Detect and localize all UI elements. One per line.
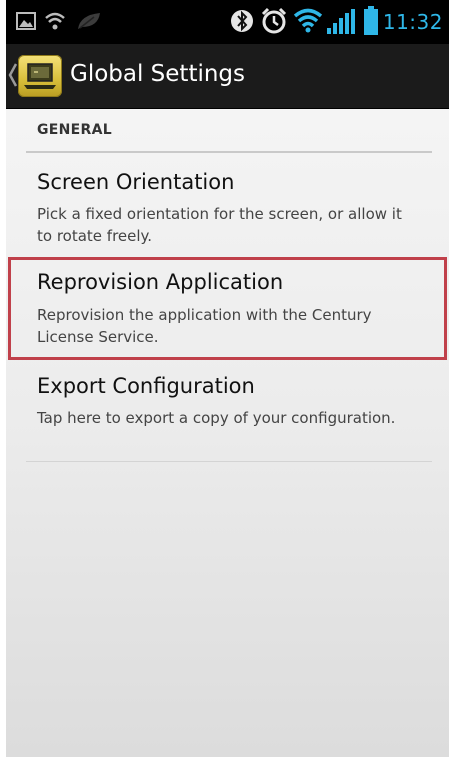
list-divider	[26, 461, 432, 462]
pref-export-configuration[interactable]: Export Configuration Tap here to export …	[6, 362, 449, 460]
pref-summary: Pick a fixed orientation for the screen,…	[37, 205, 402, 245]
status-bar: 11:32	[6, 0, 449, 44]
signal-icon	[327, 9, 355, 34]
battery-icon	[364, 6, 378, 35]
app-home-button[interactable]	[18, 55, 62, 97]
gallery-icon	[16, 12, 36, 30]
action-bar: Global Settings	[6, 44, 449, 109]
bluetooth-icon	[231, 10, 253, 32]
pref-title: Reprovision Application	[37, 270, 284, 294]
alarm-icon	[261, 7, 287, 34]
wifi-small-icon	[45, 12, 65, 30]
section-header-general: GENERAL	[37, 122, 112, 138]
leaf-icon	[78, 13, 100, 29]
laptop-icon	[24, 63, 56, 89]
wifi-icon	[293, 8, 323, 33]
phone-screen: 11:32 Global Settings GENERAL Screen Ori…	[6, 0, 449, 757]
pref-screen-orientation[interactable]: Screen Orientation Pick a fixed orientat…	[6, 160, 449, 256]
pref-summary: Tap here to export a copy of your config…	[37, 409, 396, 427]
pref-title: Screen Orientation	[37, 170, 235, 194]
pref-reprovision-application[interactable]: Reprovision Application Reprovision the …	[6, 258, 449, 360]
section-divider	[26, 151, 432, 153]
pref-title: Export Configuration	[37, 374, 255, 398]
page-title: Global Settings	[70, 61, 246, 87]
back-chevron-icon[interactable]	[8, 60, 18, 90]
status-time: 11:32	[382, 10, 443, 34]
pref-summary: Reprovision the application with the Cen…	[37, 306, 372, 346]
